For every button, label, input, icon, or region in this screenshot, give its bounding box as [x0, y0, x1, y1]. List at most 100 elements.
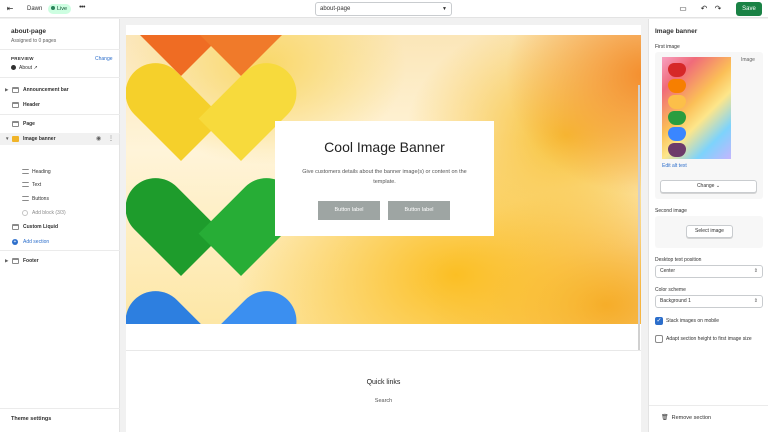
template-subtitle: Assigned to 0 pages — [11, 38, 57, 44]
heart-thumb-red — [668, 63, 686, 77]
undo-icon[interactable]: ↶ — [698, 3, 710, 15]
desktop-preview-icon[interactable]: ▭ — [677, 3, 689, 15]
banner-button-2[interactable]: Button label — [388, 201, 450, 220]
color-scheme-value: Background 1 — [660, 298, 691, 304]
left-sidebar: about-page Assigned to 0 pages PREVIEW C… — [0, 19, 120, 432]
heart-thumb-purple — [668, 143, 686, 157]
template-select[interactable]: about-page ▼ — [315, 2, 452, 16]
banner-text: Give customers details about the banner … — [302, 169, 467, 185]
redo-icon[interactable]: ↷ — [712, 3, 724, 15]
first-image-label: First image — [655, 44, 680, 50]
live-dot-icon — [51, 6, 55, 10]
tree-item-label: Page — [23, 121, 35, 127]
heart-thumb-orange — [668, 79, 686, 93]
remove-section-button[interactable]: 🗑 Remove section — [655, 411, 717, 425]
green-heart-image — [126, 165, 309, 280]
section-icon — [12, 224, 19, 230]
divider — [649, 405, 768, 406]
tree-item-page[interactable]: Page — [0, 118, 119, 130]
tree-item-label: Image banner — [23, 136, 56, 142]
desktop-text-position-select[interactable]: Center ⇕ — [655, 265, 763, 278]
tree-item-label: Text — [32, 182, 42, 188]
preview-change-link[interactable]: Change — [95, 56, 113, 62]
adapt-height-checkbox[interactable] — [655, 335, 663, 343]
banner-content-box: Cool Image Banner Give customers details… — [275, 121, 494, 236]
select-image-button[interactable]: Select image — [686, 225, 733, 238]
exit-icon[interactable]: ⇤ — [5, 4, 15, 14]
chevron-right-icon[interactable]: ▶ — [5, 84, 8, 96]
divider — [126, 350, 641, 351]
adapt-height-label: Adapt section height to first image size — [666, 336, 752, 342]
tree-item-custom-liquid[interactable]: Custom Liquid — [0, 221, 119, 233]
add-block-icon — [22, 210, 28, 216]
section-icon — [12, 102, 19, 108]
kebab-icon[interactable]: ⋮ — [108, 133, 114, 145]
settings-panel: Image banner First image Image Edit alt … — [648, 19, 768, 432]
buttons-block-icon — [22, 196, 29, 201]
preview-canvas: Cool Image Banner Give customers details… — [126, 25, 641, 432]
chevron-right-icon[interactable]: ▶ — [5, 255, 8, 267]
first-image-thumbnail[interactable] — [662, 57, 731, 159]
eye-icon[interactable]: ◉ — [96, 133, 101, 145]
banner-heading: Cool Image Banner — [324, 139, 445, 155]
image-banner[interactable]: Cool Image Banner Give customers details… — [126, 35, 641, 324]
section-icon — [12, 258, 19, 264]
tree-item-heading[interactable]: Heading — [0, 166, 119, 178]
tree-item-header[interactable]: Header — [0, 99, 119, 111]
heart-thumb-green — [668, 111, 686, 125]
text-block-icon — [22, 182, 29, 187]
trash-icon: 🗑 — [661, 415, 669, 421]
footer-quick-links-title: Quick links — [366, 379, 401, 386]
external-link-icon[interactable]: ↗ — [33, 65, 37, 71]
theme-name: Dawn — [27, 6, 43, 12]
select-arrows-icon: ⇕ — [753, 268, 758, 274]
template-select-value: about-page — [320, 6, 351, 12]
theme-settings-link[interactable]: Theme settings — [11, 416, 51, 422]
top-bar: ⇤ Dawn Live ••• about-page ▼ ▭ ↶ ↷ Save — [0, 0, 768, 18]
divider — [0, 77, 120, 78]
tree-item-buttons[interactable]: Buttons — [0, 193, 119, 205]
tree-item-text[interactable]: Text — [0, 179, 119, 191]
tree-item-label: Announcement bar — [23, 87, 69, 93]
live-badge-label: Live — [57, 6, 68, 12]
color-scheme-label: Color scheme — [655, 287, 686, 293]
select-arrows-icon: ⇕ — [753, 298, 758, 304]
tree-item-label: Footer — [23, 258, 39, 264]
page-icon — [11, 65, 16, 70]
heart-thumb-yellow — [668, 95, 686, 109]
color-scheme-select[interactable]: Background 1 ⇕ — [655, 295, 763, 308]
tree-item-label: Add block (3/3) — [32, 210, 66, 216]
save-button[interactable]: Save — [736, 2, 762, 16]
heart-thumb-blue — [668, 127, 686, 141]
divider — [0, 49, 120, 50]
divider — [0, 408, 120, 409]
preview-value-label: About — [19, 65, 33, 71]
banner-button-1[interactable]: Button label — [318, 201, 380, 220]
edit-alt-text-link[interactable]: Edit alt text — [662, 163, 687, 169]
chevron-down-icon: ▼ — [442, 6, 447, 12]
canvas-scrollbar[interactable] — [638, 85, 640, 350]
stack-images-checkbox[interactable]: ✓ — [655, 317, 663, 325]
second-image-label: Second image — [655, 208, 687, 214]
first-image-card: Image Edit alt text Change ⌄ — [655, 52, 763, 199]
second-image-card: Select image — [655, 216, 763, 248]
chevron-down-icon[interactable]: ▼ — [5, 133, 9, 145]
tree-item-announcement-bar[interactable]: ▶ Announcement bar — [0, 84, 119, 96]
tree-item-label: Header — [23, 102, 40, 108]
desktop-text-position-value: Center — [660, 268, 676, 274]
add-section-label: Add section — [23, 239, 50, 245]
change-image-button[interactable]: Change ⌄ — [660, 180, 757, 193]
settings-title: Image banner — [655, 28, 698, 35]
desktop-text-position-label: Desktop text position — [655, 257, 702, 263]
blue-heart-image — [126, 278, 309, 324]
tree-item-footer[interactable]: ▶ Footer — [0, 255, 119, 267]
footer-search-link[interactable]: Search — [126, 398, 641, 404]
section-icon — [12, 121, 19, 127]
preview-value: About ↗ — [11, 65, 38, 71]
tree-item-add-block[interactable]: Add block (3/3) — [0, 207, 119, 219]
remove-section-label: Remove section — [671, 415, 712, 421]
text-block-icon — [22, 169, 29, 174]
more-actions-icon[interactable]: ••• — [76, 3, 88, 15]
add-section-button[interactable]: + Add section — [0, 236, 119, 248]
tree-item-image-banner[interactable]: ▼ Image banner ◉ ⋮ — [0, 133, 119, 145]
